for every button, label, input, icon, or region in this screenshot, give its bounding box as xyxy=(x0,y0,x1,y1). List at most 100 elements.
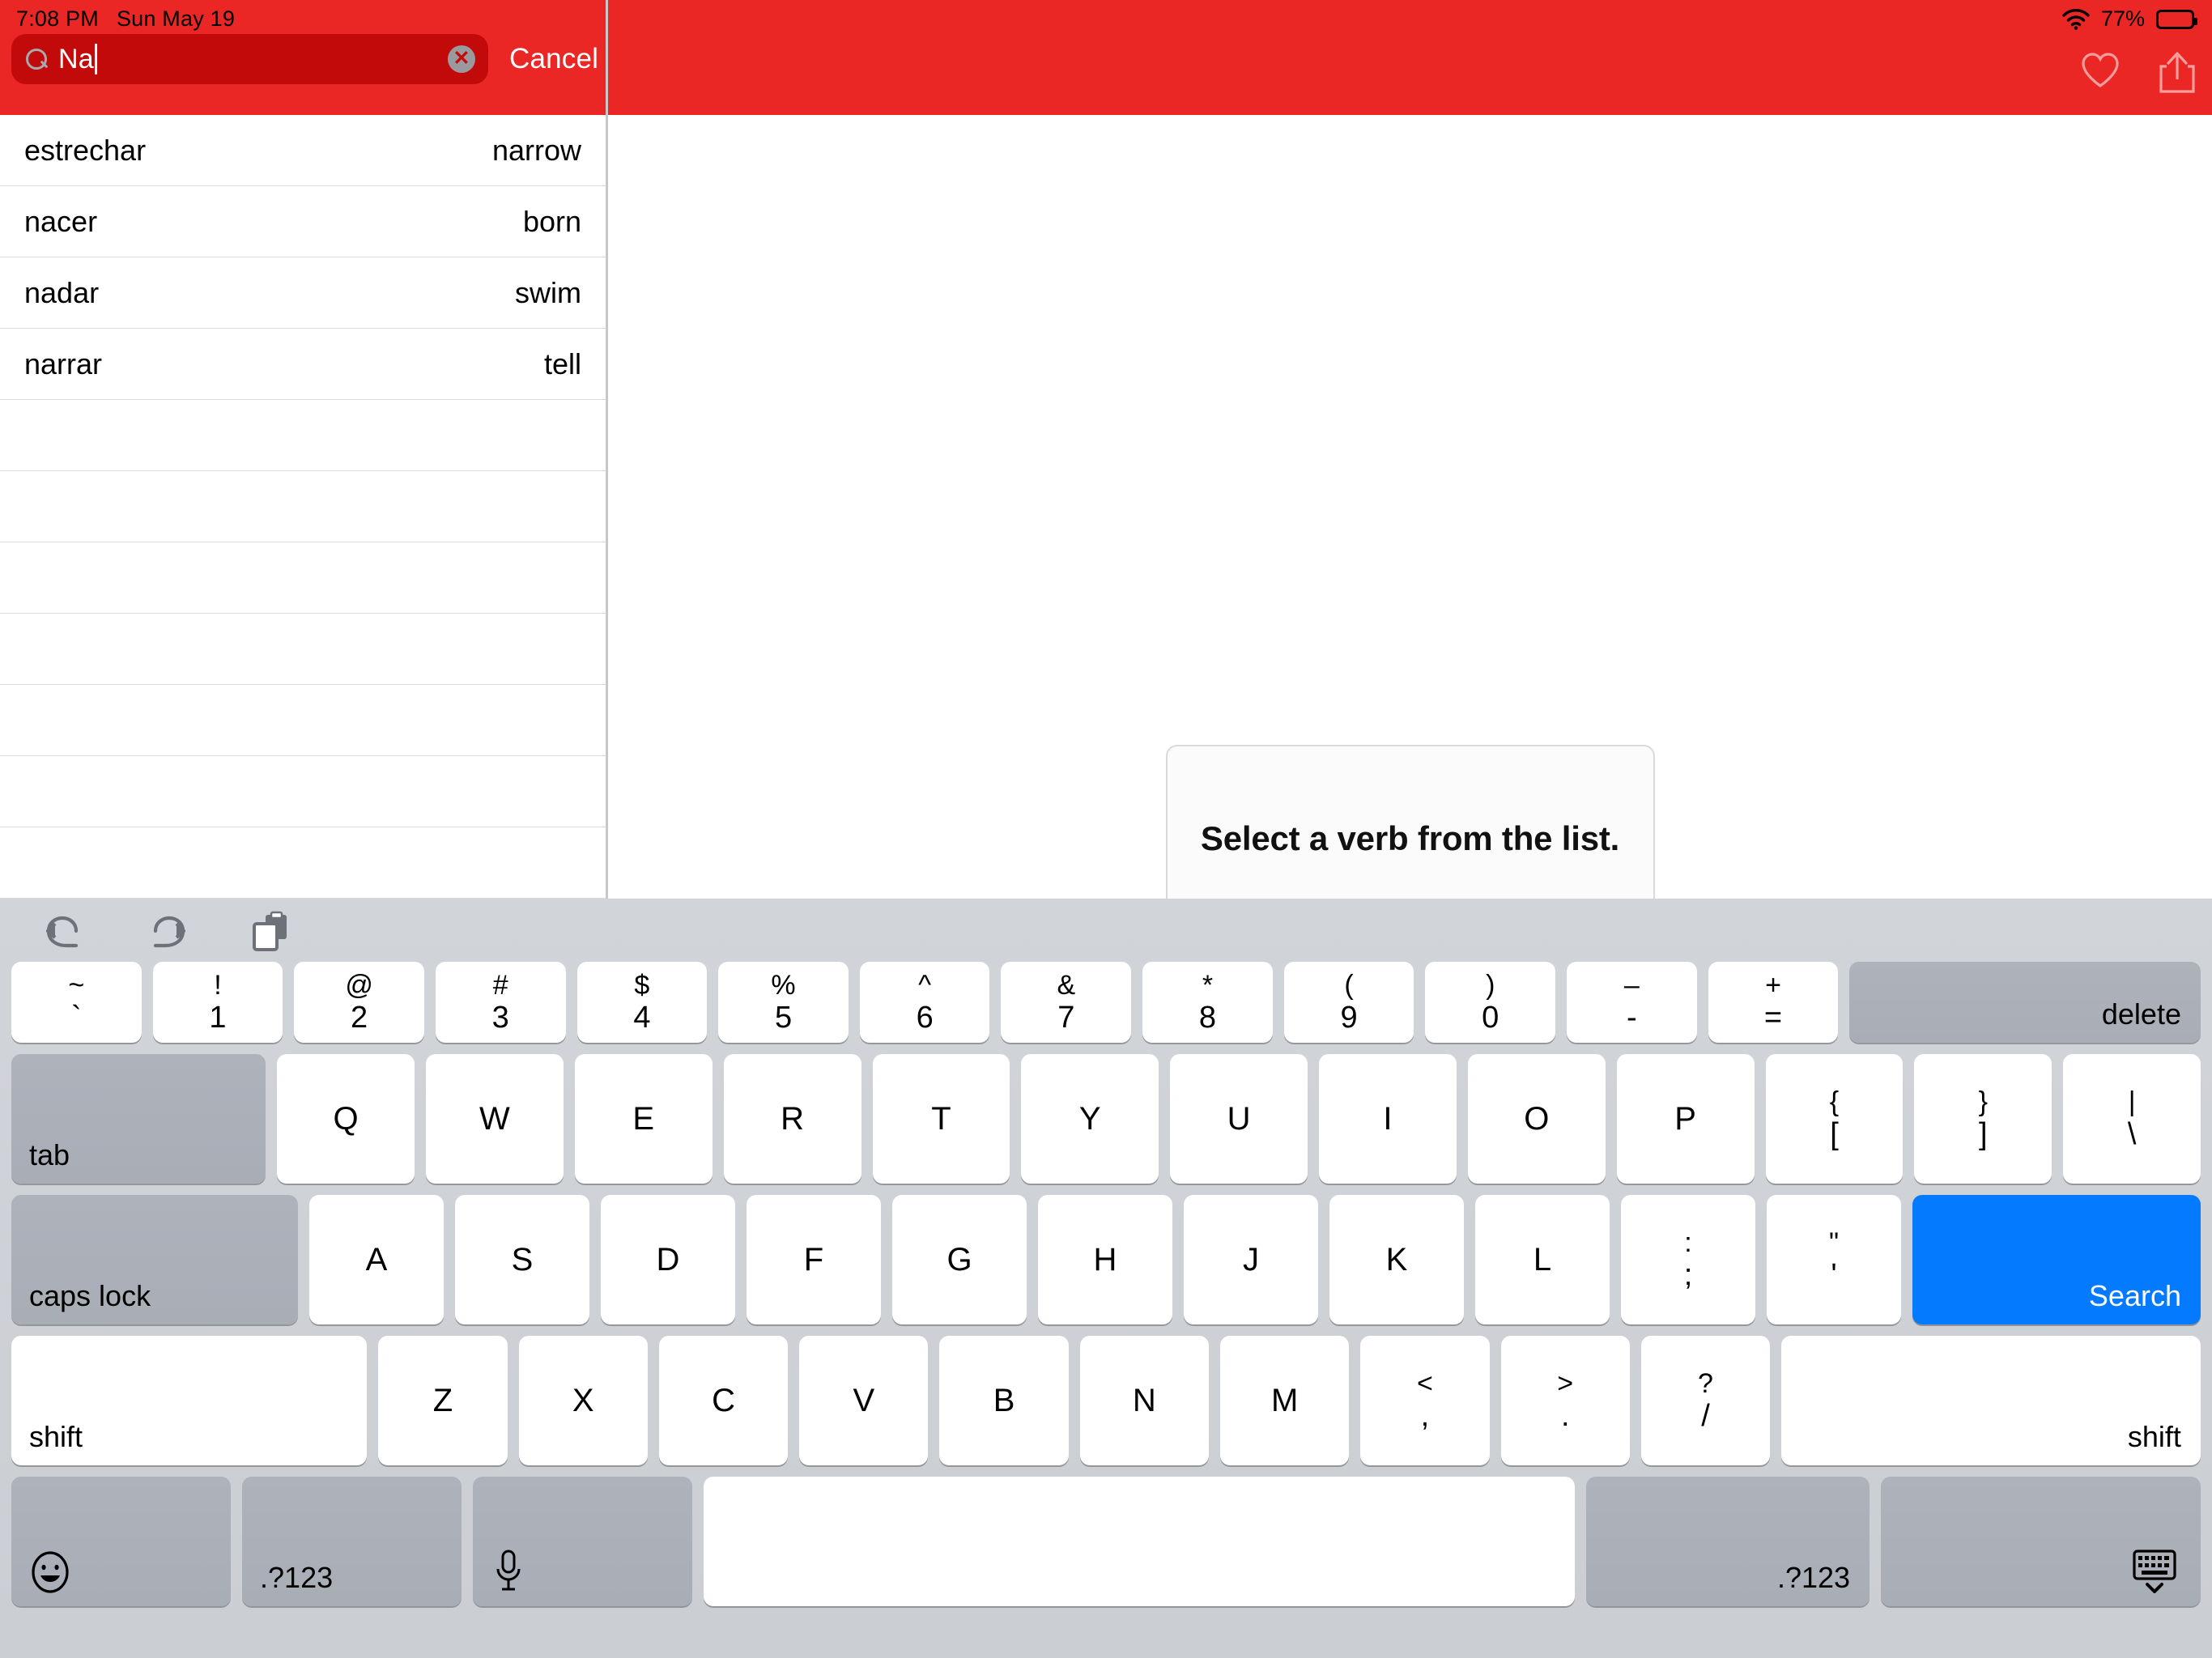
key-c[interactable]: C xyxy=(659,1336,788,1465)
key-s[interactable]: S xyxy=(455,1195,589,1324)
key-0[interactable]: ) 0 xyxy=(1425,962,1555,1043)
key-6[interactable]: ^ 6 xyxy=(860,962,990,1043)
key-tab[interactable]: tab xyxy=(11,1054,266,1184)
key-o[interactable]: O xyxy=(1468,1054,1606,1184)
key-e[interactable]: E xyxy=(575,1054,713,1184)
key-3[interactable]: # 3 xyxy=(436,962,566,1043)
key-x[interactable]: X xyxy=(519,1336,648,1465)
key-label-bottom: 5 xyxy=(775,1002,792,1033)
key-shift-right[interactable]: shift xyxy=(1781,1336,2201,1465)
table-row-empty xyxy=(0,756,606,827)
key-j[interactable]: J xyxy=(1184,1195,1318,1324)
key-f[interactable]: F xyxy=(747,1195,881,1324)
key-t[interactable]: T xyxy=(873,1054,1010,1184)
key-space[interactable] xyxy=(704,1477,1575,1606)
verb-spanish: nadar xyxy=(24,276,99,310)
key-semicolon[interactable]: : ; xyxy=(1621,1195,1755,1324)
table-row-empty xyxy=(0,400,606,471)
key-q[interactable]: Q xyxy=(277,1054,415,1184)
microphone-icon xyxy=(491,1548,526,1593)
key-2[interactable]: @ 2 xyxy=(294,962,424,1043)
key-hyphen[interactable]: – - xyxy=(1567,962,1697,1043)
key-label-top: } xyxy=(1979,1088,1988,1116)
key-label-top: # xyxy=(493,971,508,999)
detail-pane: 77% Select a verb from the list. xyxy=(608,0,2212,899)
battery-percentage: 77% xyxy=(2101,6,2145,32)
key-l[interactable]: L xyxy=(1475,1195,1610,1324)
key-m[interactable]: M xyxy=(1220,1336,1349,1465)
key-quote[interactable]: " ' xyxy=(1767,1195,1901,1324)
key-equals[interactable]: + = xyxy=(1708,962,1839,1043)
table-row[interactable]: estrechar narrow xyxy=(0,115,606,186)
key-g[interactable]: G xyxy=(892,1195,1027,1324)
table-row[interactable]: nacer born xyxy=(0,186,606,257)
key-label-bottom: ` xyxy=(71,1002,82,1033)
redo-icon[interactable] xyxy=(141,910,194,952)
key-1[interactable]: ! 1 xyxy=(153,962,283,1043)
key-7[interactable]: & 7 xyxy=(1001,962,1131,1043)
key-tilde-backtick[interactable]: ~ ` xyxy=(11,962,142,1043)
key-b[interactable]: B xyxy=(939,1336,1068,1465)
battery-icon xyxy=(2156,10,2194,29)
key-8[interactable]: * 8 xyxy=(1142,962,1273,1043)
status-bar-right: 77% xyxy=(2062,6,2194,32)
search-bar: Na ✕ Cancel xyxy=(11,34,608,84)
key-p[interactable]: P xyxy=(1617,1054,1755,1184)
keyboard-row-top: tab Q W E R T Y U I O P { [ } ] xyxy=(6,1054,2206,1184)
key-w[interactable]: W xyxy=(426,1054,564,1184)
key-label-top: ^ xyxy=(918,971,931,999)
clear-glyph: ✕ xyxy=(453,49,470,69)
verb-english: narrow xyxy=(492,134,581,168)
key-label-bottom: ; xyxy=(1684,1260,1693,1290)
heart-icon[interactable] xyxy=(2079,50,2121,96)
detail-navigation-bar xyxy=(608,0,2212,115)
table-row[interactable]: narrar tell xyxy=(0,329,606,400)
key-bracket-left[interactable]: { [ xyxy=(1766,1054,1904,1184)
key-label-top: ~ xyxy=(68,971,84,999)
key-k[interactable]: K xyxy=(1329,1195,1464,1324)
clear-icon[interactable]: ✕ xyxy=(448,45,475,73)
key-5[interactable]: % 5 xyxy=(718,962,849,1043)
key-4[interactable]: $ 4 xyxy=(577,962,708,1043)
key-y[interactable]: Y xyxy=(1021,1054,1159,1184)
key-emoji[interactable] xyxy=(11,1477,231,1606)
key-comma[interactable]: < , xyxy=(1360,1336,1489,1465)
key-slash[interactable]: ? / xyxy=(1641,1336,1770,1465)
ipad-screen: 7:08 PM Sun May 19 Na ✕ Cancel estrechar… xyxy=(0,0,2212,1658)
key-backslash[interactable]: | \ xyxy=(2063,1054,2201,1184)
undo-icon[interactable] xyxy=(37,910,91,952)
key-numeric-right[interactable]: .?123 xyxy=(1586,1477,1870,1606)
key-label-top: " xyxy=(1829,1229,1839,1256)
key-d[interactable]: D xyxy=(601,1195,735,1324)
key-v[interactable]: V xyxy=(799,1336,928,1465)
key-i[interactable]: I xyxy=(1319,1054,1457,1184)
table-row[interactable]: nadar swim xyxy=(0,257,606,329)
key-microphone[interactable] xyxy=(473,1477,692,1606)
key-z[interactable]: Z xyxy=(378,1336,507,1465)
paste-icon[interactable] xyxy=(245,910,298,952)
key-bracket-right[interactable]: } ] xyxy=(1914,1054,2052,1184)
key-h[interactable]: H xyxy=(1038,1195,1172,1324)
key-a[interactable]: A xyxy=(309,1195,444,1324)
key-numeric-left[interactable]: .?123 xyxy=(242,1477,462,1606)
verb-spanish: nacer xyxy=(24,205,97,239)
share-icon[interactable] xyxy=(2157,50,2199,96)
key-r[interactable]: R xyxy=(724,1054,861,1184)
key-9[interactable]: ( 9 xyxy=(1284,962,1414,1043)
key-caps-lock[interactable]: caps lock xyxy=(11,1195,298,1324)
key-label-bottom: . xyxy=(1561,1401,1570,1431)
key-search-return[interactable]: Search xyxy=(1912,1195,2201,1324)
key-label-top: ) xyxy=(1486,971,1495,999)
key-n[interactable]: N xyxy=(1080,1336,1209,1465)
key-hide-keyboard[interactable] xyxy=(1881,1477,2201,1606)
key-label-top: @ xyxy=(345,971,373,999)
cancel-button[interactable]: Cancel xyxy=(509,43,598,75)
key-label-bottom: 1 xyxy=(209,1002,226,1033)
search-input[interactable]: Na ✕ xyxy=(11,34,488,84)
key-label-bottom: \ xyxy=(2128,1119,2137,1150)
verb-list[interactable]: estrechar narrow nacer born nadar swim n… xyxy=(0,115,606,899)
key-u[interactable]: U xyxy=(1170,1054,1308,1184)
key-shift-left[interactable]: shift xyxy=(11,1336,367,1465)
key-delete[interactable]: delete xyxy=(1849,962,2201,1043)
key-period[interactable]: > . xyxy=(1501,1336,1630,1465)
